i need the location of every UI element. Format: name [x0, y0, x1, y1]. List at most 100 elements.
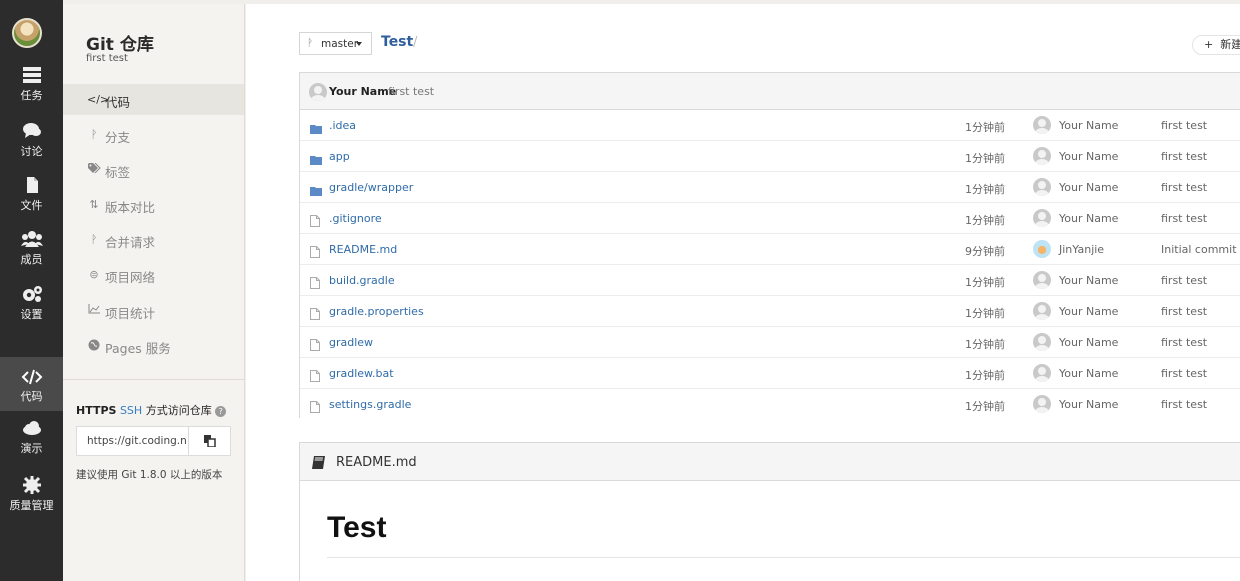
file-author[interactable]: Your Name: [1059, 150, 1118, 163]
code-icon: [21, 369, 42, 385]
file-author[interactable]: Your Name: [1059, 212, 1118, 225]
avatar: [1033, 364, 1051, 382]
file-commit-message[interactable]: first test: [1161, 150, 1207, 163]
file-row[interactable]: gradlew 1分钟前 Your Name first test: [300, 327, 1240, 358]
file-time: 1分钟前: [965, 152, 1005, 165]
ssh-toggle[interactable]: SSH: [120, 404, 142, 417]
file-icon: [310, 243, 321, 258]
sidebar-item-stats[interactable]: 项目统计: [63, 295, 244, 326]
avatar: [1033, 395, 1051, 413]
sidebar-item-label: 项目网络: [105, 270, 156, 285]
file-author[interactable]: Your Name: [1059, 274, 1118, 287]
file-author[interactable]: Your Name: [1059, 181, 1118, 194]
file-name-link[interactable]: gradle.properties: [329, 305, 424, 318]
file-name-link[interactable]: settings.gradle: [329, 398, 411, 411]
file-time: 1分钟前: [965, 338, 1005, 351]
file-author[interactable]: Your Name: [1059, 336, 1118, 349]
rail-item-quality[interactable]: 质量管理: [0, 476, 63, 530]
rail-label: 文件: [20, 199, 43, 212]
file-row[interactable]: app 1分钟前 Your Name first test: [300, 141, 1240, 172]
last-commit-bar: Your Name first test: [300, 73, 1240, 110]
file-author[interactable]: Your Name: [1059, 398, 1118, 411]
rail-item-tasks[interactable]: 任务: [0, 66, 63, 120]
copy-button[interactable]: [188, 427, 230, 455]
file-commit-message[interactable]: first test: [1161, 305, 1207, 318]
rail-item-members[interactable]: 成员: [0, 230, 63, 284]
file-name-link[interactable]: build.gradle: [329, 274, 395, 287]
file-author[interactable]: JinYanjie: [1059, 243, 1104, 256]
branch-icon: ᚹ: [307, 38, 313, 49]
commit-message[interactable]: first test: [388, 85, 434, 98]
file-time: 1分钟前: [965, 214, 1005, 227]
rail-item-demo[interactable]: 演示: [0, 421, 63, 475]
sidebar-item-label: 合并请求: [105, 235, 156, 250]
rail-label: 成员: [20, 253, 43, 266]
commit-author[interactable]: Your Name: [329, 85, 396, 98]
sidebar-item-tags[interactable]: 标签: [63, 154, 244, 185]
repo-name-link[interactable]: Test: [381, 34, 413, 50]
file-commit-message[interactable]: first test: [1161, 212, 1207, 225]
file-commit-message[interactable]: first test: [1161, 367, 1207, 380]
file-author[interactable]: Your Name: [1059, 367, 1118, 380]
file-commit-message[interactable]: first test: [1161, 181, 1207, 194]
file-time: 1分钟前: [965, 400, 1005, 413]
file-row[interactable]: gradle/wrapper 1分钟前 Your Name first test: [300, 172, 1240, 203]
file-commit-message[interactable]: first test: [1161, 119, 1207, 132]
new-button[interactable]: + 新建: [1192, 35, 1240, 55]
readme-panel: README.md Test: [299, 442, 1240, 581]
file-time: 9分钟前: [965, 245, 1005, 258]
file-commit-message[interactable]: Initial commit: [1161, 243, 1237, 256]
file-name-link[interactable]: gradlew.bat: [329, 367, 394, 380]
rail-item-settings[interactable]: 设置: [0, 285, 63, 339]
avatar: [1033, 147, 1051, 165]
file-name-link[interactable]: gradle/wrapper: [329, 181, 413, 194]
file-name-link[interactable]: README.md: [329, 243, 397, 256]
https-toggle[interactable]: HTTPS: [76, 404, 116, 417]
merge-request-icon: ᚹ: [90, 233, 98, 246]
file-row[interactable]: .gitignore 1分钟前 Your Name first test: [300, 203, 1240, 234]
file-commit-message[interactable]: first test: [1161, 398, 1207, 411]
file-name-link[interactable]: app: [329, 150, 350, 163]
plus-icon: +: [1204, 38, 1214, 51]
rail-item-files[interactable]: 文件: [0, 176, 63, 230]
file-row[interactable]: gradle.properties 1分钟前 Your Name first test: [300, 296, 1240, 327]
file-name-link[interactable]: gradlew: [329, 336, 373, 349]
sidebar-item-pages[interactable]: Pages 服务: [63, 330, 244, 361]
file-author[interactable]: Your Name: [1059, 305, 1118, 318]
user-avatar[interactable]: [12, 18, 42, 48]
file-row[interactable]: README.md 9分钟前 JinYanjie Initial commit: [300, 234, 1240, 265]
avatar: [1033, 333, 1051, 351]
file-author[interactable]: Your Name: [1059, 119, 1118, 132]
sidebar-item-label: 项目统计: [105, 306, 156, 321]
sidebar-item-compare[interactable]: ⇅ 版本对比: [63, 189, 244, 220]
sidebar-item-branches[interactable]: ᚹ 分支: [63, 119, 244, 150]
sidebar-item-label: 版本对比: [105, 200, 156, 215]
sidebar-item-code[interactable]: </> 代码: [63, 84, 244, 115]
rail-item-discussion[interactable]: 讨论: [0, 122, 63, 176]
clone-title: HTTPS SSH 方式访问仓库 ?: [76, 402, 227, 418]
git-version-note: 建议使用 Git 1.8.0 以上的版本: [76, 469, 223, 481]
branch-selector[interactable]: ᚹ master: [299, 32, 372, 55]
readme-filename: README.md: [336, 455, 417, 470]
rail-label: 设置: [20, 308, 43, 321]
clone-url-input[interactable]: [77, 427, 189, 455]
folder-icon: [310, 181, 322, 196]
sidebar-item-merge-requests[interactable]: ᚹ 合并请求: [63, 224, 244, 255]
sidebar-subtitle: first test: [86, 53, 128, 64]
file-row[interactable]: gradlew.bat 1分钟前 Your Name first test: [300, 358, 1240, 389]
file-row[interactable]: .idea 1分钟前 Your Name first test: [300, 110, 1240, 141]
help-icon[interactable]: ?: [215, 405, 227, 417]
file-row[interactable]: settings.gradle 1分钟前 Your Name first test: [300, 389, 1240, 420]
file-name-link[interactable]: .gitignore: [329, 212, 382, 225]
sidebar-item-network[interactable]: ⊜ 项目网络: [63, 259, 244, 290]
readme-divider: [327, 557, 1240, 558]
rail-item-code[interactable]: 代码: [0, 357, 63, 411]
file-name-link[interactable]: .idea: [329, 119, 356, 132]
quality-icon: [22, 476, 41, 494]
avatar: [1033, 116, 1051, 134]
file-commit-message[interactable]: first test: [1161, 274, 1207, 287]
stats-icon: [87, 304, 101, 318]
file-commit-message[interactable]: first test: [1161, 336, 1207, 349]
file-row[interactable]: build.gradle 1分钟前 Your Name first test: [300, 265, 1240, 296]
file-time: 1分钟前: [965, 121, 1005, 134]
